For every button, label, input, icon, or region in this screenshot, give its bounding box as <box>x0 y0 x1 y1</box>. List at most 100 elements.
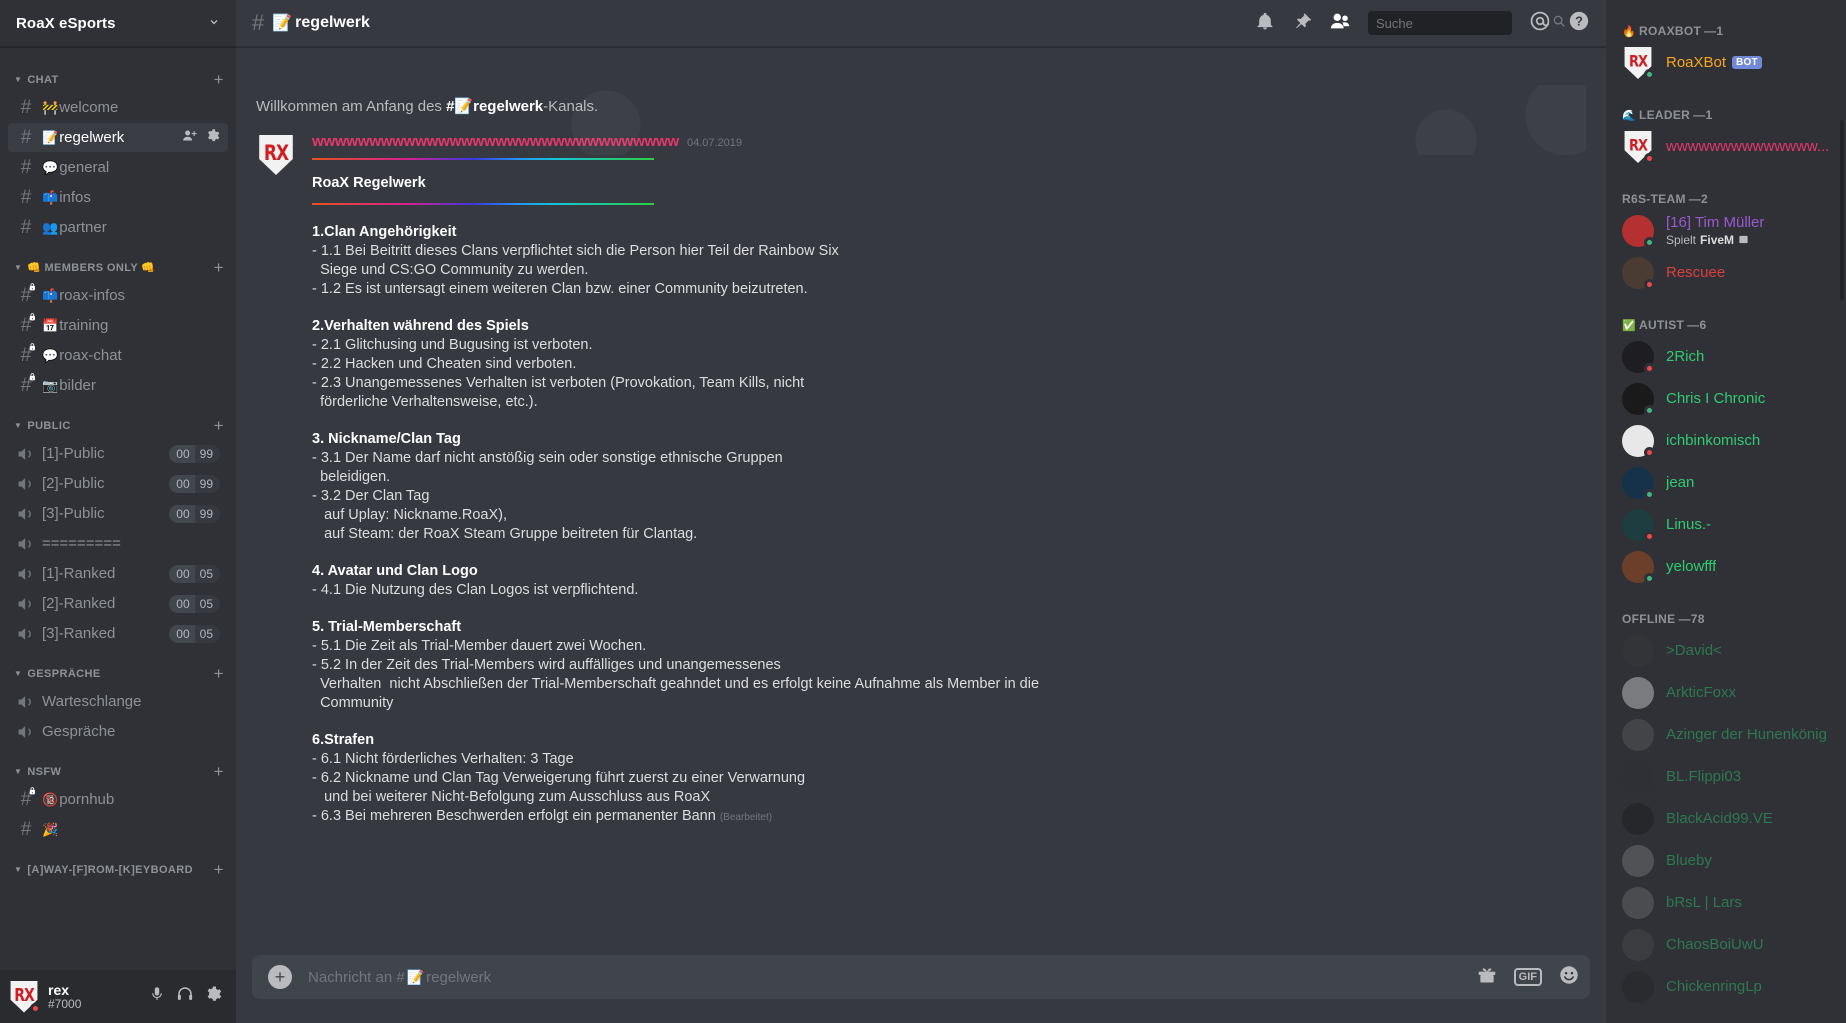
rule-line: auf Uplay: Nickname.RoaX), <box>312 507 508 523</box>
member-name: BlackAcid99.VE <box>1666 810 1773 827</box>
member-row[interactable]: Linus.- <box>1614 504 1838 546</box>
category-public[interactable]: ▼ PUBLIC + <box>0 401 236 438</box>
member-name: ChaosBoiUwU <box>1666 936 1764 953</box>
avatar <box>1622 929 1654 961</box>
member-row[interactable]: ichbinkomisch <box>1614 420 1838 462</box>
member-row[interactable]: ChaosBoiUwU <box>1614 924 1838 966</box>
add-channel-button[interactable]: + <box>214 417 228 434</box>
channel-item-2-public[interactable]: [2]-Public 00 99 <box>8 469 228 498</box>
members-scrollbar[interactable] <box>1840 120 1844 300</box>
member-row[interactable]: ChickenringLp <box>1614 966 1838 1008</box>
rule-line: - 2.2 Hacken und Cheaten sind verboten. <box>312 356 577 372</box>
member-row[interactable]: Blueby <box>1614 840 1838 882</box>
group-label: R6S-TEAM <box>1622 192 1686 206</box>
add-channel-button[interactable]: + <box>214 71 228 88</box>
channel-item-training[interactable]: # 📅training <box>8 311 228 340</box>
member-name: [16] Tim Müller <box>1666 214 1765 231</box>
gift-icon[interactable] <box>1476 965 1498 990</box>
category-label: [A]WAY-[F]ROM-[K]EYBOARD <box>27 863 193 876</box>
composer-placeholder-prefix: Nachricht an # <box>308 968 405 986</box>
help-icon[interactable]: ? <box>1568 10 1590 37</box>
hash-icon: # <box>20 819 32 840</box>
message-input[interactable]: Nachricht an # 📝 regelwerk <box>308 969 1476 986</box>
group-emoji: 🌊 <box>1622 109 1636 122</box>
channel-item-3-public[interactable]: [3]-Public 00 99 <box>8 499 228 528</box>
member-row[interactable]: RX wwwwwwwwwwwwww... <box>1614 126 1838 168</box>
add-attachment-button[interactable]: + <box>268 965 292 989</box>
channel-item-1-public[interactable]: [1]-Public 00 99 <box>8 439 228 468</box>
channel-item-welcome[interactable]: # 🚧 welcome <box>8 93 228 122</box>
member-row[interactable]: yelowfff <box>1614 546 1838 588</box>
channel-item-[interactable]: ========= <box>8 529 228 558</box>
channel-item-gespr-che[interactable]: Gespräche <box>8 717 228 746</box>
avatar[interactable]: RX <box>8 980 41 1014</box>
mention-icon[interactable] <box>1529 10 1551 37</box>
category-afk[interactable]: ▼ [A]WAY-[F]ROM-[K]EYBOARD + <box>0 845 236 882</box>
channel-emoji: 📫 <box>42 189 59 205</box>
guild-header[interactable]: RoaX eSports <box>0 0 236 47</box>
channel-item-roax-chat[interactable]: # 💬roax-chat <box>8 341 228 370</box>
member-row[interactable]: bRsL | Lars <box>1614 882 1838 924</box>
category-gespraeche[interactable]: ▼ GESPRÄCHE + <box>0 649 236 686</box>
channel-item-regelwerk[interactable]: # 📝 regelwerk <box>8 123 228 152</box>
guild-name: RoaX eSports <box>16 14 116 32</box>
channel-item-3-ranked[interactable]: [3]-Ranked 00 05 <box>8 619 228 648</box>
add-channel-button[interactable]: + <box>214 861 228 878</box>
activity-game: FiveM <box>1700 233 1735 248</box>
channel-item-unnamed[interactable]: # 🎉 <box>8 815 228 844</box>
avatar <box>1622 509 1655 542</box>
member-row[interactable]: Chris I Chronic <box>1614 378 1838 420</box>
headset-icon[interactable] <box>176 985 194 1008</box>
message-timestamp: 04.07.2019 <box>686 137 743 149</box>
channel-item-partner[interactable]: # 👥 partner <box>8 213 228 242</box>
channel-list[interactable]: ▼ CHAT + # 🚧 welcome # 📝 regelwerk # 💬 general # 📫 inf… <box>0 47 236 970</box>
member-row[interactable]: RX RoaXBot BOT <box>1614 42 1838 84</box>
pin-icon[interactable] <box>1292 11 1312 36</box>
speaker-icon <box>16 594 36 614</box>
search-box[interactable] <box>1368 11 1565 35</box>
gif-button[interactable]: GIF <box>1513 968 1542 986</box>
member-row[interactable]: ArkticFoxx <box>1614 672 1838 714</box>
member-row[interactable]: >David< <box>1614 630 1838 672</box>
message-author[interactable]: wwwwwwwwwwwwwwwwwwwwwwwwwwwwwwww <box>312 133 679 150</box>
channel-item-bilder[interactable]: # 📷bilder <box>8 371 228 400</box>
channel-item-infos[interactable]: # 📫 infos <box>8 183 228 212</box>
member-row[interactable]: BL.Flippi03 <box>1614 756 1838 798</box>
member-row[interactable]: Azinger der Hunenkönig <box>1614 714 1838 756</box>
bell-icon[interactable] <box>1255 11 1275 36</box>
channel-item-pornhub[interactable]: # 🔞pornhub <box>8 785 228 814</box>
message-avatar[interactable]: RX <box>256 135 296 175</box>
member-row[interactable]: jean <box>1614 462 1838 504</box>
member-list[interactable]: 🔥 ROAXBOT —1 RX RoaXBot BOT 🌊 LEADER —1 RX wwwwwww… <box>1606 0 1846 1023</box>
channel-item-warteschlange[interactable]: Warteschlange <box>8 687 228 716</box>
member-row[interactable]: BlackAcid99.VE <box>1614 798 1838 840</box>
channel-item-1-ranked[interactable]: [1]-Ranked 00 05 <box>8 559 228 588</box>
member-row[interactable]: [16] Tim Müller Spielt FiveM <box>1614 210 1838 252</box>
microphone-icon[interactable] <box>148 985 166 1008</box>
category-nsfw[interactable]: ▼ NSFW + <box>0 747 236 784</box>
add-member-icon[interactable] <box>182 128 197 147</box>
member-row[interactable]: Rescuee <box>1614 252 1838 294</box>
gear-icon[interactable] <box>205 128 220 147</box>
member-row[interactable]: 2Rich <box>1614 336 1838 378</box>
emoji-icon[interactable] <box>1558 964 1580 991</box>
bot-badge: BOT <box>1732 56 1762 70</box>
search-input[interactable] <box>1376 15 1552 31</box>
chevron-down-icon[interactable] <box>208 16 220 31</box>
welcome-suffix: -Kanals. <box>543 98 599 115</box>
add-channel-button[interactable]: + <box>214 259 228 276</box>
message-scroller[interactable]: Willkommen am Anfang des #📝regelwerk-Kan… <box>236 47 1606 955</box>
avatar: RX <box>1622 47 1655 80</box>
category-chat[interactable]: ▼ CHAT + <box>0 55 236 92</box>
add-channel-button[interactable]: + <box>214 763 228 780</box>
members-icon[interactable] <box>1329 10 1351 37</box>
category-label: CHAT <box>27 73 59 86</box>
status-dot <box>1644 153 1655 164</box>
channel-item-2-ranked[interactable]: [2]-Ranked 00 05 <box>8 589 228 618</box>
channel-item-roax-infos[interactable]: # 📫roax-infos <box>8 281 228 310</box>
add-channel-button[interactable]: + <box>214 665 228 682</box>
message-composer[interactable]: + Nachricht an # 📝 regelwerk GIF <box>252 955 1590 999</box>
category-members-only[interactable]: ▼ 👊 MEMBERS ONLY 👊 + <box>0 243 236 280</box>
gear-icon[interactable] <box>204 985 222 1008</box>
channel-item-general[interactable]: # 💬 general <box>8 153 228 182</box>
